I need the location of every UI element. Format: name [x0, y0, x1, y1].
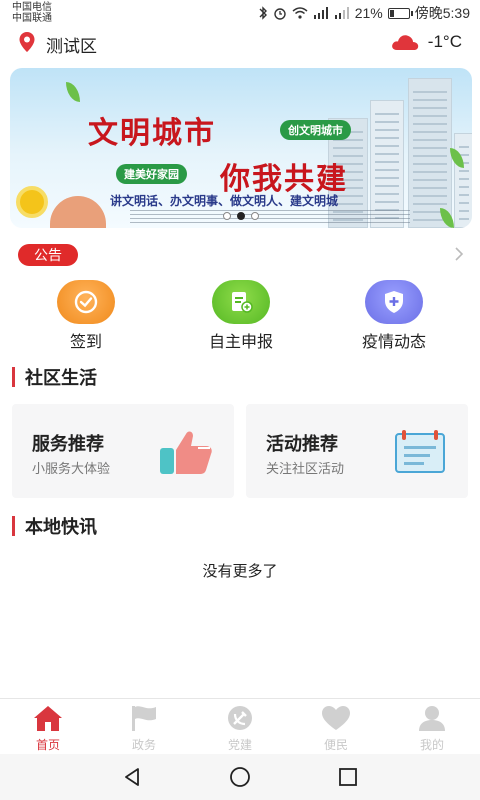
card-service-recommend[interactable]: 服务推荐 小服务大体验 [12, 404, 234, 498]
card-subtitle: 小服务大体验 [32, 461, 111, 476]
notice-badge: 公告 [18, 244, 78, 266]
banner-carousel[interactable]: 文明城市 创文明城市 建美好家园 你我共建 讲文明话、办文明事、做文明人、建文明… [10, 68, 472, 228]
card-subtitle: 关注社区活动 [266, 461, 345, 476]
action-sign-in[interactable]: 签到 [26, 280, 146, 351]
tab-party-building[interactable]: 党建 [210, 703, 270, 753]
status-bar: 中国电信 中国联通 21% 傍晚5:39 [0, 0, 480, 26]
status-icons: 21% 傍晚5:39 [258, 4, 470, 22]
alarm-icon [273, 6, 287, 20]
empty-list-text: 没有更多了 [202, 563, 278, 580]
section-local-news: 本地快讯 [12, 515, 97, 537]
party-emblem-icon [223, 703, 257, 733]
flag-icon [127, 703, 161, 733]
clock: 傍晚5:39 [414, 5, 470, 21]
banner-building [408, 78, 452, 228]
bluetooth-icon [258, 6, 268, 20]
tab-mine[interactable]: 我的 [402, 703, 462, 753]
cloud-icon [390, 31, 420, 53]
chevron-right-icon[interactable] [454, 246, 464, 267]
thumbs-up-icon [158, 426, 216, 478]
tab-label: 党建 [227, 738, 252, 752]
wifi-icon [292, 7, 308, 19]
section-marker [12, 367, 15, 387]
action-label: 签到 [69, 334, 102, 351]
banner-title-1: 文明城市 [88, 116, 216, 151]
tab-label: 便民 [323, 738, 348, 752]
quick-actions: 签到 自主申报 疫情动态 [0, 280, 480, 351]
sign-in-icon [57, 280, 115, 324]
temperature: -1°C [427, 32, 462, 51]
banner-leaf [66, 82, 80, 102]
carousel-dot[interactable] [223, 212, 231, 220]
carrier-2: 中国联通 [12, 13, 52, 24]
notice-bar[interactable]: 公告 [18, 244, 464, 266]
tab-label: 首页 [35, 738, 60, 752]
section-community: 社区生活 [12, 366, 97, 388]
top-bar: 测试区 -1°C [0, 28, 480, 58]
battery-level [389, 9, 394, 17]
back-icon[interactable] [120, 766, 144, 788]
notice-board-icon [392, 426, 450, 478]
action-label: 自主申报 [208, 334, 273, 351]
banner-slogan: 讲文明话、办文明事、做文明人、建文明城 [110, 194, 339, 208]
carrier-1: 中国电信 [12, 2, 52, 13]
tab-home[interactable]: 首页 [18, 703, 78, 753]
home-circle-icon[interactable] [228, 766, 252, 788]
action-epidemic-news[interactable]: 疫情动态 [334, 280, 454, 351]
tab-convenience[interactable]: 便民 [306, 703, 366, 753]
map-pin-icon[interactable] [18, 31, 36, 53]
banner-pill-2: 建美好家园 [116, 164, 187, 184]
section-marker [12, 516, 15, 536]
card-activity-recommend[interactable]: 活动推荐 关注社区活动 [246, 404, 468, 498]
section-title: 社区生活 [25, 368, 97, 388]
banner-pill-1: 创文明城市 [280, 120, 351, 140]
battery-icon [387, 7, 413, 19]
action-label: 疫情动态 [361, 334, 426, 351]
section-title: 本地快讯 [25, 517, 97, 537]
action-self-declare[interactable]: 自主申报 [181, 280, 301, 351]
signal-4g-icon [313, 7, 329, 19]
shield-plus-icon [365, 280, 423, 324]
tab-government[interactable]: 政务 [114, 703, 174, 753]
carousel-dot[interactable] [251, 212, 259, 220]
location-name[interactable]: 测试区 [46, 32, 97, 57]
tab-label: 政务 [131, 738, 156, 752]
system-nav-bar [0, 754, 480, 800]
card-title: 服务推荐 [32, 434, 104, 454]
card-title: 活动推荐 [266, 434, 338, 454]
carousel-dot[interactable] [237, 212, 245, 220]
user-icon [415, 703, 449, 733]
home-icon [31, 703, 65, 733]
tab-label: 我的 [419, 738, 444, 752]
declare-icon [212, 280, 270, 324]
recents-icon[interactable] [336, 766, 360, 788]
heart-icon [319, 703, 353, 733]
battery-percent: 21% [354, 5, 383, 21]
banner-building [370, 100, 404, 228]
bottom-tab-bar: 首页 政务 党建 便民 我的 [0, 698, 480, 754]
signal-2g-icon [334, 7, 350, 19]
carousel-indicator[interactable] [10, 212, 472, 220]
